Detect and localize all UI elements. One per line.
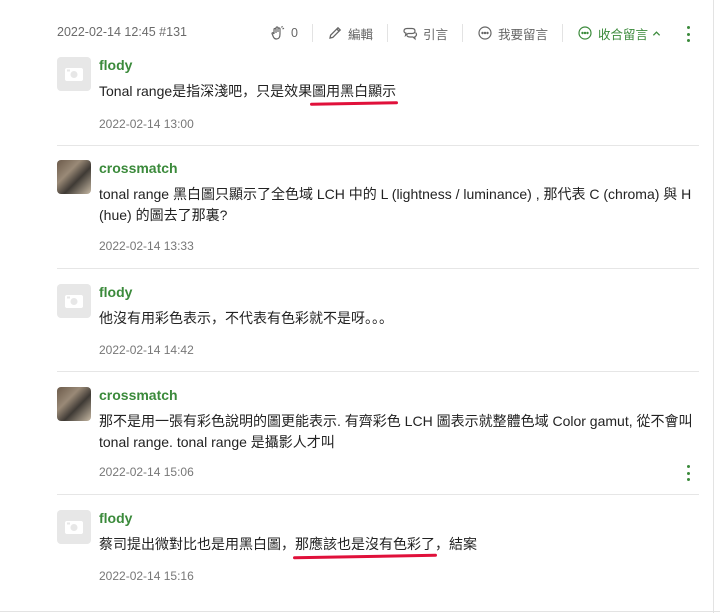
chevron-up-icon — [652, 30, 661, 36]
comment-text-part: ，結案 — [435, 536, 477, 552]
comment-item: crossmatch 那不是用一張有彩色說明的圖更能表示. 有齊彩色 LCH 圖… — [57, 387, 699, 497]
avatar[interactable] — [57, 387, 91, 421]
comment-text: Tonal range是指深淺吧，只是效果圖用黑白顯示 — [99, 81, 699, 102]
comment-divider — [57, 371, 699, 372]
highlighted-text: 圖用黑白顯示 — [312, 83, 397, 99]
comment-text-part: Tonal range是指深淺吧，只是效果 — [99, 83, 313, 99]
comment-more-icon[interactable] — [686, 465, 690, 481]
comment-text-part: 蔡司提出微對比也是用黑白圖， — [99, 536, 295, 552]
quote-label: 引言 — [422, 27, 448, 42]
toolbar-divider — [311, 24, 313, 42]
collapse-label: 收合留言 — [598, 27, 649, 42]
clap-icon — [271, 25, 285, 40]
edit-label: 編輯 — [347, 27, 373, 42]
comment-text: 他沒有用彩色表示，不代表有色彩就不是呀。。。 — [99, 310, 393, 326]
toolbar-divider — [386, 24, 388, 42]
avatar[interactable] — [57, 57, 91, 91]
collapse-comments-button[interactable]: 收合留言 — [577, 24, 661, 43]
comment-timestamp: 2022-02-14 13:00 — [99, 117, 194, 131]
comment-author[interactable]: crossmatch — [99, 387, 178, 403]
post-toolbar: 0 編輯 引言 我要留言 收合留言 — [270, 22, 661, 44]
comment-dots-icon — [478, 26, 492, 40]
comment-timestamp: 2022-02-14 14:42 — [99, 343, 194, 357]
comment-text: tonal range 黑白圖只顯示了全色域 LCH 中的 L (lightne… — [99, 186, 692, 223]
avatar[interactable] — [57, 510, 91, 544]
comment-text: 那不是用一張有彩色說明的圖更能表示. 有齊彩色 LCH 圖表示就整體色域 Col… — [99, 413, 693, 450]
highlighted-text: 那應該也是沒有色彩了 — [295, 536, 435, 552]
quote-button[interactable]: 引言 — [402, 24, 448, 43]
comment-author[interactable]: crossmatch — [99, 160, 178, 176]
default-avatar-icon — [65, 295, 83, 308]
reply-label: 我要留言 — [497, 27, 548, 42]
like-count: 0 — [291, 26, 298, 40]
comment-dots-icon — [578, 26, 592, 40]
comment-item: flody Tonal range是指深淺吧，只是效果圖用黑白顯示 2022-0… — [57, 57, 699, 147]
pencil-icon — [329, 26, 342, 39]
quote-bubble-icon — [403, 27, 418, 41]
post-meta: 2022-02-14 12:45 #131 — [57, 25, 187, 39]
frame-border-bottom — [0, 611, 720, 612]
comment-timestamp: 2022-02-14 15:16 — [99, 569, 194, 583]
comment-divider — [57, 145, 699, 146]
comment-timestamp: 2022-02-14 15:06 — [99, 465, 194, 479]
post-more-icon[interactable] — [686, 26, 690, 42]
comment-author[interactable]: flody — [99, 284, 132, 300]
comment-timestamp: 2022-02-14 13:33 — [99, 239, 194, 253]
default-avatar-icon — [65, 68, 83, 81]
reply-button[interactable]: 我要留言 — [477, 24, 548, 43]
edit-button[interactable]: 編輯 — [327, 24, 373, 43]
comment-item: crossmatch tonal range 黑白圖只顯示了全色域 LCH 中的… — [57, 160, 699, 270]
avatar[interactable] — [57, 160, 91, 194]
avatar[interactable] — [57, 284, 91, 318]
comment-author[interactable]: flody — [99, 510, 132, 526]
comment-divider — [57, 494, 699, 495]
comment-author[interactable]: flody — [99, 57, 132, 73]
comment-text: 蔡司提出微對比也是用黑白圖，那應該也是沒有色彩了，結案 — [99, 534, 699, 555]
toolbar-divider — [461, 24, 463, 42]
comment-divider — [57, 268, 699, 269]
comment-item: flody 他沒有用彩色表示，不代表有色彩就不是呀。。。 2022-02-14 … — [57, 284, 699, 374]
comment-item: flody 蔡司提出微對比也是用黑白圖，那應該也是沒有色彩了，結案 2022-0… — [57, 510, 699, 600]
like-button[interactable]: 0 — [270, 25, 298, 41]
toolbar-divider — [562, 24, 563, 42]
frame-border-right — [713, 0, 714, 613]
default-avatar-icon — [65, 521, 83, 534]
